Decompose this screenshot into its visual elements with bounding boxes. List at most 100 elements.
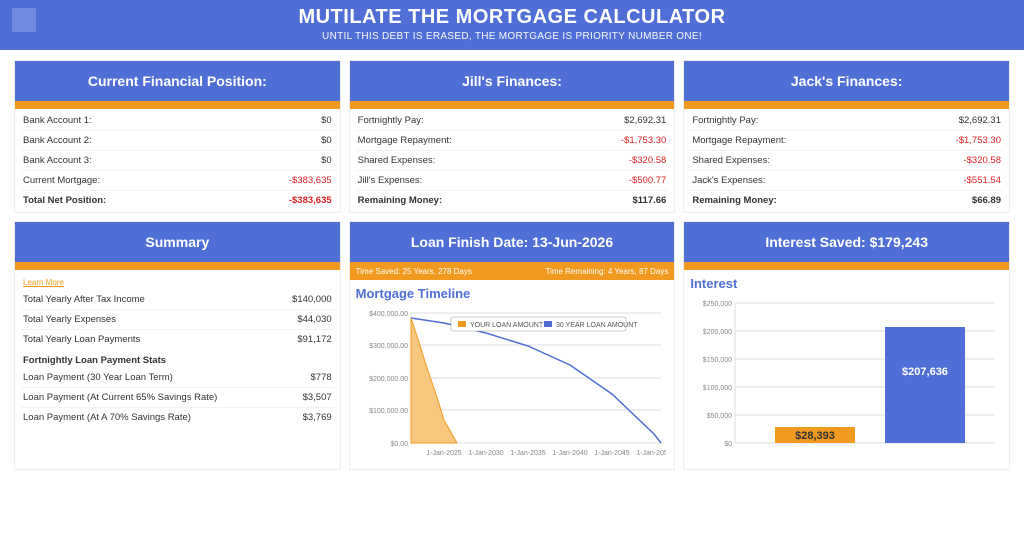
interest-chart-title: Interest — [690, 276, 1003, 291]
page-header: MUTILATE THE MORTGAGE CALCULATOR UNTIL T… — [0, 0, 1024, 50]
row-value: -$1,753.30 — [621, 135, 666, 146]
table-row: Remaining Money: $66.89 — [690, 191, 1003, 210]
panel-jack-title: Jack's Finances: — [684, 61, 1009, 101]
row-label: Loan Payment (At A 70% Savings Rate) — [23, 412, 191, 423]
row-value: $91,172 — [297, 334, 331, 345]
svg-text:$100,000.00: $100,000.00 — [369, 408, 408, 415]
panel-position-title: Current Financial Position: — [15, 61, 340, 101]
row-label: Loan Payment (30 Year Loan Term) — [23, 372, 173, 383]
row-label: Shared Expenses: — [692, 155, 770, 166]
panel-accent — [684, 262, 1009, 270]
table-row: Bank Account 2:$0 — [21, 131, 334, 151]
table-row: Total Net Position: -$383,635 — [21, 191, 334, 210]
table-row: Remaining Money: $117.66 — [356, 191, 669, 210]
page-subtitle: UNTIL THIS DEBT IS ERASED, THE MORTGAGE … — [0, 31, 1024, 42]
row-value: $0 — [321, 155, 332, 166]
table-row: Total Yearly Loan Payments $91,172 — [21, 330, 334, 349]
panel-interest-title: Interest Saved: $179,243 — [684, 222, 1009, 262]
row-value: -$320.58 — [963, 155, 1001, 166]
table-row: Jill's Expenses: -$500.77 — [356, 171, 669, 191]
table-row: Current Mortgage: -$383,635 — [21, 171, 334, 191]
panel-jill-body: Fortnightly Pay:$2,692.31Mortgage Repaym… — [350, 109, 675, 212]
panel-summary-title: Summary — [15, 222, 340, 262]
svg-text:1-Jan-2030: 1-Jan-2030 — [468, 450, 504, 457]
time-saved-label: Time Saved: 25 Years, 278 Days — [356, 267, 472, 276]
row-value: -$1,753.30 — [956, 135, 1001, 146]
panel-jack-body: Fortnightly Pay:$2,692.31 Mortgage Repaym… — [684, 109, 1009, 212]
row-label: Total Net Position: — [23, 195, 106, 206]
table-row: Bank Account 3:$0 — [21, 151, 334, 171]
interest-bar-yours-label: $28,393 — [795, 430, 835, 442]
svg-text:1-Jan-2045: 1-Jan-2045 — [594, 450, 630, 457]
row-value: $0 — [321, 135, 332, 146]
table-row: Fortnightly Pay:$2,692.31 — [690, 111, 1003, 131]
row-value: -$551.54 — [963, 175, 1001, 186]
panel-jill: Jill's Finances: Fortnightly Pay:$2,692.… — [349, 60, 676, 213]
interest-chart: Interest $0 $50,000 $100,000 $150,000 $2… — [684, 270, 1009, 467]
table-row: Loan Payment (At A 70% Savings Rate) $3,7… — [21, 408, 334, 427]
svg-text:YOUR LOAN AMOUNT: YOUR LOAN AMOUNT — [470, 322, 544, 329]
logo-icon — [12, 8, 36, 32]
time-remaining-label: Time Remaining: 4 Years, 87 Days — [545, 267, 668, 276]
panel-accent — [350, 101, 675, 109]
panel-accent — [15, 262, 340, 270]
page-title: MUTILATE THE MORTGAGE CALCULATOR — [0, 6, 1024, 29]
row-label: Fortnightly Pay: — [692, 115, 758, 126]
table-row: Fortnightly Pay:$2,692.31 — [356, 111, 669, 131]
summary-subhead: Fortnightly Loan Payment Stats — [21, 349, 334, 368]
panel-accent — [15, 101, 340, 109]
row-label: Loan Payment (At Current 65% Savings Rat… — [23, 392, 217, 403]
panel-summary: Summary Learn More Total Yearly After Ta… — [14, 221, 341, 470]
timeline-chart: Mortgage Timeline $0.00 $100,000.00 $200… — [350, 280, 675, 469]
svg-text:1-Jan-2025: 1-Jan-2025 — [426, 450, 462, 457]
svg-text:1-Jan-2040: 1-Jan-2040 — [552, 450, 588, 457]
dashboard-grid: Current Financial Position: Bank Account… — [0, 50, 1024, 476]
row-label: Mortgage Repayment: — [358, 135, 452, 146]
row-label: Mortgage Repayment: — [692, 135, 786, 146]
panel-jack: Jack's Finances: Fortnightly Pay:$2,692.… — [683, 60, 1010, 213]
panel-loan-title: Loan Finish Date: 13-Jun-2026 — [350, 222, 675, 262]
row-label: Remaining Money: — [358, 195, 442, 206]
svg-text:$400,000.00: $400,000.00 — [369, 311, 408, 318]
svg-text:$150,000: $150,000 — [703, 357, 732, 364]
svg-text:$250,000: $250,000 — [703, 301, 732, 308]
row-value: $2,692.31 — [624, 115, 666, 126]
svg-text:$50,000: $50,000 — [707, 413, 732, 420]
row-value: $3,769 — [303, 412, 332, 423]
thirty-year-line — [411, 318, 661, 443]
svg-text:$100,000: $100,000 — [703, 385, 732, 392]
row-value: -$320.58 — [629, 155, 667, 166]
table-row: Shared Expenses: -$320.58 — [690, 151, 1003, 171]
row-value: $0 — [321, 115, 332, 126]
table-row: Bank Account 1: $0 — [21, 111, 334, 131]
svg-text:$0: $0 — [725, 441, 733, 448]
row-value: -$383,635 — [289, 175, 332, 186]
interest-svg: $0 $50,000 $100,000 $150,000 $200,000 $2… — [690, 293, 1000, 461]
row-value: $140,000 — [292, 294, 332, 305]
svg-text:$0.00: $0.00 — [390, 441, 408, 448]
table-row: Mortgage Repayment: -$1,753.30 — [356, 131, 669, 151]
interest-bar-30yr-label: $207,636 — [902, 366, 948, 378]
row-label: Total Yearly After Tax Income — [23, 294, 145, 305]
panel-loan-infobar: Time Saved: 25 Years, 278 Days Time Rema… — [350, 262, 675, 280]
svg-text:$200,000: $200,000 — [703, 329, 732, 336]
row-value: -$500.77 — [629, 175, 667, 186]
learn-more-link[interactable]: Learn More — [21, 275, 66, 290]
table-row: Loan Payment (30 Year Loan Term)$778 — [21, 368, 334, 388]
row-value: $66.89 — [972, 195, 1001, 206]
row-value: $3,507 — [303, 392, 332, 403]
table-row: Total Yearly Expenses$44,030 — [21, 310, 334, 330]
row-label: Jill's Expenses: — [358, 175, 423, 186]
row-label: Total Yearly Expenses — [23, 314, 116, 325]
row-label: Total Yearly Loan Payments — [23, 334, 140, 345]
panel-jill-title: Jill's Finances: — [350, 61, 675, 101]
row-label: Current Mortgage: — [23, 175, 100, 186]
table-row: Shared Expenses: -$320.58 — [356, 151, 669, 171]
row-value: -$383,635 — [289, 195, 332, 206]
row-label: Bank Account 1: — [23, 115, 92, 126]
panel-position-body: Bank Account 1:$0Bank Account 2:$0Bank A… — [15, 109, 340, 212]
row-label: Remaining Money: — [692, 195, 776, 206]
row-label: Shared Expenses: — [358, 155, 436, 166]
row-value: $117.66 — [633, 195, 667, 206]
svg-text:$300,000.00: $300,000.00 — [369, 343, 408, 350]
